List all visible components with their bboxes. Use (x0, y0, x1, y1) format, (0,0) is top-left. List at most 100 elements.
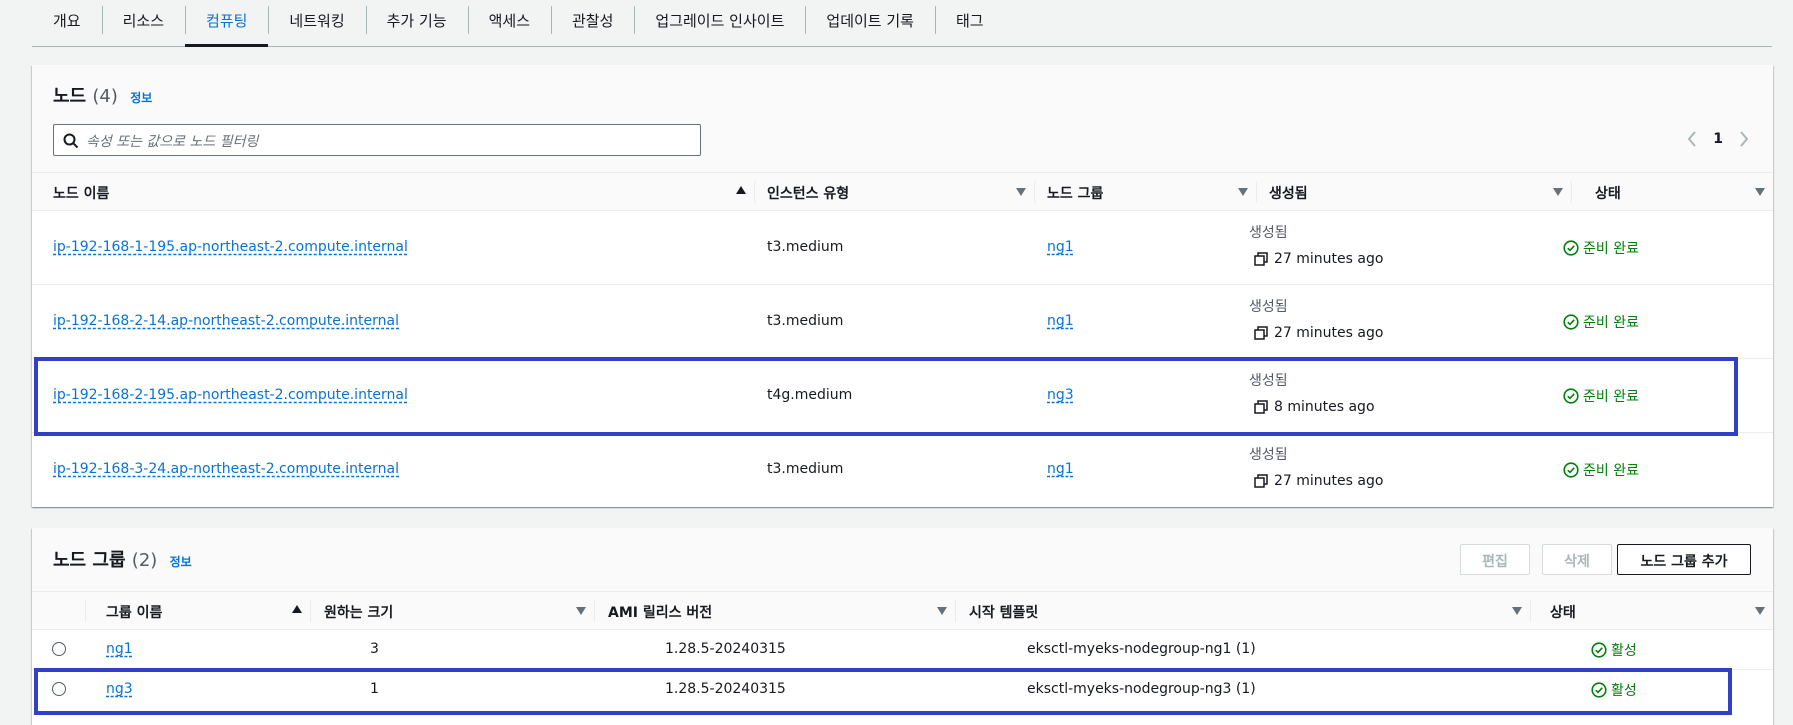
created-label: 생성됨 (1249, 447, 1288, 463)
node-filter-input[interactable]: 속성 또는 값으로 노드 필터링 (53, 124, 701, 156)
node-group-link[interactable]: ng1 (1047, 239, 1074, 255)
created-time-text: 8 minutes ago (1274, 399, 1375, 415)
node-group-link[interactable]: ng1 (1047, 313, 1074, 329)
col-node-group-label: 노드 그룹 (1047, 186, 1104, 202)
copy-icon[interactable] (1254, 326, 1268, 340)
created-time-text: 27 minutes ago (1274, 473, 1384, 489)
col-desired-size[interactable]: 원하는 크기 (310, 592, 594, 629)
instance-type: t3.medium (767, 313, 844, 329)
col-status[interactable]: 상태 (1530, 592, 1773, 629)
created-label: 생성됨 (1249, 373, 1288, 389)
sort-asc-icon (736, 186, 746, 194)
tab-tags[interactable]: 태그 (934, 0, 1005, 46)
created-time: 27 minutes ago (1254, 251, 1383, 267)
created-time: 8 minutes ago (1254, 399, 1375, 415)
col-instance-type[interactable]: 인스턴스 유형 (754, 173, 1034, 210)
tab-addons[interactable]: 추가 기능 (365, 0, 468, 46)
col-launch-template-label: 시작 템플릿 (969, 605, 1039, 621)
tab-access[interactable]: 액세스 (467, 0, 551, 46)
delete-button[interactable]: 삭제 (1542, 544, 1612, 575)
tab-update-history[interactable]: 업데이트 기록 (805, 0, 935, 46)
check-circle-icon (1591, 682, 1607, 698)
instance-type: t4g.medium (767, 387, 853, 403)
sort-icon (576, 607, 586, 615)
status-badge: 준비 완료 (1563, 460, 1639, 480)
col-desired-size-label: 원하는 크기 (324, 605, 394, 621)
desired-size: 3 (370, 641, 379, 657)
sort-icon (1755, 607, 1765, 615)
node-group-link[interactable]: ng3 (1047, 387, 1074, 403)
tab-upgrade-insights[interactable]: 업그레이드 인사이트 (634, 0, 805, 46)
launch-template: eksctl-myeks-nodegroup-ng3 (1) (1027, 681, 1256, 697)
status-badge: 준비 완료 (1563, 238, 1639, 258)
col-group-name-label: 그룹 이름 (106, 605, 163, 621)
node-groups-title: 노드 그룹 (2) 정보 (53, 546, 192, 572)
node-name-link[interactable]: ip-192-168-2-14.ap-northeast-2.compute.i… (53, 313, 399, 329)
check-circle-icon (1563, 388, 1579, 404)
status-badge: 활성 (1591, 680, 1637, 700)
sort-icon (1238, 188, 1248, 196)
status-text: 준비 완료 (1583, 315, 1639, 331)
copy-icon[interactable] (1254, 474, 1268, 488)
created-time-text: 27 minutes ago (1274, 251, 1384, 267)
launch-template: eksctl-myeks-nodegroup-ng1 (1) (1027, 641, 1256, 657)
col-ami-version[interactable]: AMI 릴리스 버전 (594, 592, 955, 629)
add-node-group-button[interactable]: 노드 그룹 추가 (1617, 544, 1751, 575)
table-row: ng3 1 1.28.5-20240315 eksctl-myeks-nodeg… (32, 670, 1773, 710)
col-created[interactable]: 생성됨 (1256, 173, 1571, 210)
col-node-name[interactable]: 노드 이름 (53, 173, 754, 210)
row-select-radio[interactable] (52, 642, 66, 656)
node-name-link[interactable]: ip-192-168-1-195.ap-northeast-2.compute.… (53, 239, 408, 255)
tab-resources[interactable]: 리소스 (101, 0, 185, 46)
edit-button[interactable]: 편집 (1460, 544, 1530, 575)
table-row: ip-192-168-2-195.ap-northeast-2.compute.… (32, 359, 1773, 433)
nodes-table-header: 노드 이름 인스턴스 유형 노드 그룹 생성됨 상태 (32, 172, 1773, 211)
check-circle-icon (1591, 642, 1607, 658)
sort-icon (1512, 607, 1522, 615)
col-node-name-label: 노드 이름 (53, 186, 110, 202)
group-name-link[interactable]: ng3 (106, 681, 133, 697)
node-groups-title-text: 노드 그룹 (53, 550, 126, 571)
copy-icon[interactable] (1254, 400, 1268, 414)
copy-icon[interactable] (1254, 252, 1268, 266)
node-name-link[interactable]: ip-192-168-3-24.ap-northeast-2.compute.i… (53, 461, 399, 477)
sort-icon (1755, 188, 1765, 196)
table-row: ip-192-168-3-24.ap-northeast-2.compute.i… (32, 433, 1773, 507)
tab-observability[interactable]: 관찰성 (551, 0, 634, 46)
tab-overview[interactable]: 개요 (32, 0, 102, 46)
node-group-link[interactable]: ng1 (1047, 461, 1074, 477)
status-badge: 활성 (1591, 640, 1637, 660)
page-number[interactable]: 1 (1713, 131, 1723, 147)
tab-compute[interactable]: 컴퓨팅 (185, 0, 269, 47)
col-status-label: 상태 (1595, 186, 1621, 202)
col-status-label: 상태 (1550, 605, 1576, 621)
node-groups-count: (2) (131, 550, 158, 571)
col-ami-version-label: AMI 릴리스 버전 (608, 605, 713, 621)
chevron-right-icon[interactable] (1739, 131, 1749, 147)
desired-size: 1 (370, 681, 379, 697)
node-groups-info-link[interactable]: 정보 (170, 555, 192, 569)
nodes-title-text: 노드 (53, 86, 87, 107)
instance-type: t3.medium (767, 461, 844, 477)
nodes-info-link[interactable]: 정보 (130, 91, 152, 105)
check-circle-icon (1563, 314, 1579, 330)
check-circle-icon (1563, 240, 1579, 256)
col-group-name[interactable]: 그룹 이름 (85, 592, 310, 629)
col-status[interactable]: 상태 (1571, 173, 1773, 210)
chevron-left-icon[interactable] (1687, 131, 1697, 147)
tab-bar: 개요 리소스 컴퓨팅 네트워킹 추가 기능 액세스 관찰성 업그레이드 인사이트… (32, 0, 1772, 47)
status-badge: 준비 완료 (1563, 386, 1639, 406)
row-select-radio[interactable] (52, 682, 66, 696)
status-badge: 준비 완료 (1563, 312, 1639, 332)
ami-version: 1.28.5-20240315 (665, 681, 786, 697)
status-text: 준비 완료 (1583, 463, 1639, 479)
col-node-group[interactable]: 노드 그룹 (1034, 173, 1256, 210)
nodes-panel-header: 노드 (4) 정보 속성 또는 값으로 노드 필터링 1 (32, 65, 1773, 172)
node-groups-panel-header: 노드 그룹 (2) 정보 편집 삭제 노드 그룹 추가 (32, 528, 1773, 591)
tab-networking[interactable]: 네트워킹 (268, 0, 365, 46)
col-launch-template[interactable]: 시작 템플릿 (955, 592, 1530, 629)
group-name-link[interactable]: ng1 (106, 641, 133, 657)
sort-icon (1553, 188, 1563, 196)
node-name-link[interactable]: ip-192-168-2-195.ap-northeast-2.compute.… (53, 387, 408, 403)
sort-asc-icon (292, 605, 302, 613)
